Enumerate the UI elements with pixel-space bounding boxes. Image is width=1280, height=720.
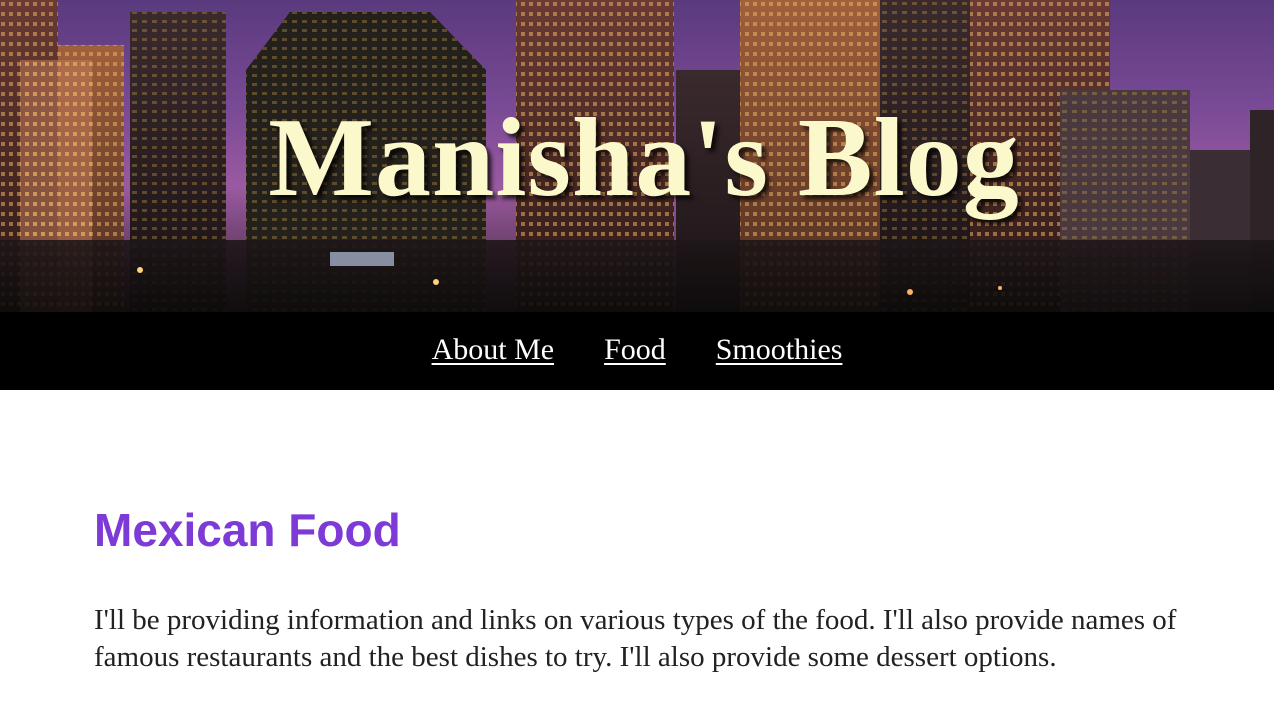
nav-link-about-me[interactable]: About Me <box>432 333 555 367</box>
intro-paragraph: I'll be providing information and links … <box>94 604 1177 673</box>
nav-link-smoothies[interactable]: Smoothies <box>716 333 843 367</box>
main-navigation: About Me Food Smoothies <box>0 312 1274 390</box>
page: Manisha's Blog About Me Food Smoothies M… <box>0 0 1280 720</box>
main-content: Mexican Food I'll be providing informati… <box>94 390 1214 676</box>
hero-banner: Manisha's Blog <box>0 0 1274 312</box>
site-title: Manisha's Blog <box>268 96 1020 220</box>
section-heading: Mexican Food <box>94 504 401 556</box>
nav-link-food[interactable]: Food <box>604 333 666 367</box>
